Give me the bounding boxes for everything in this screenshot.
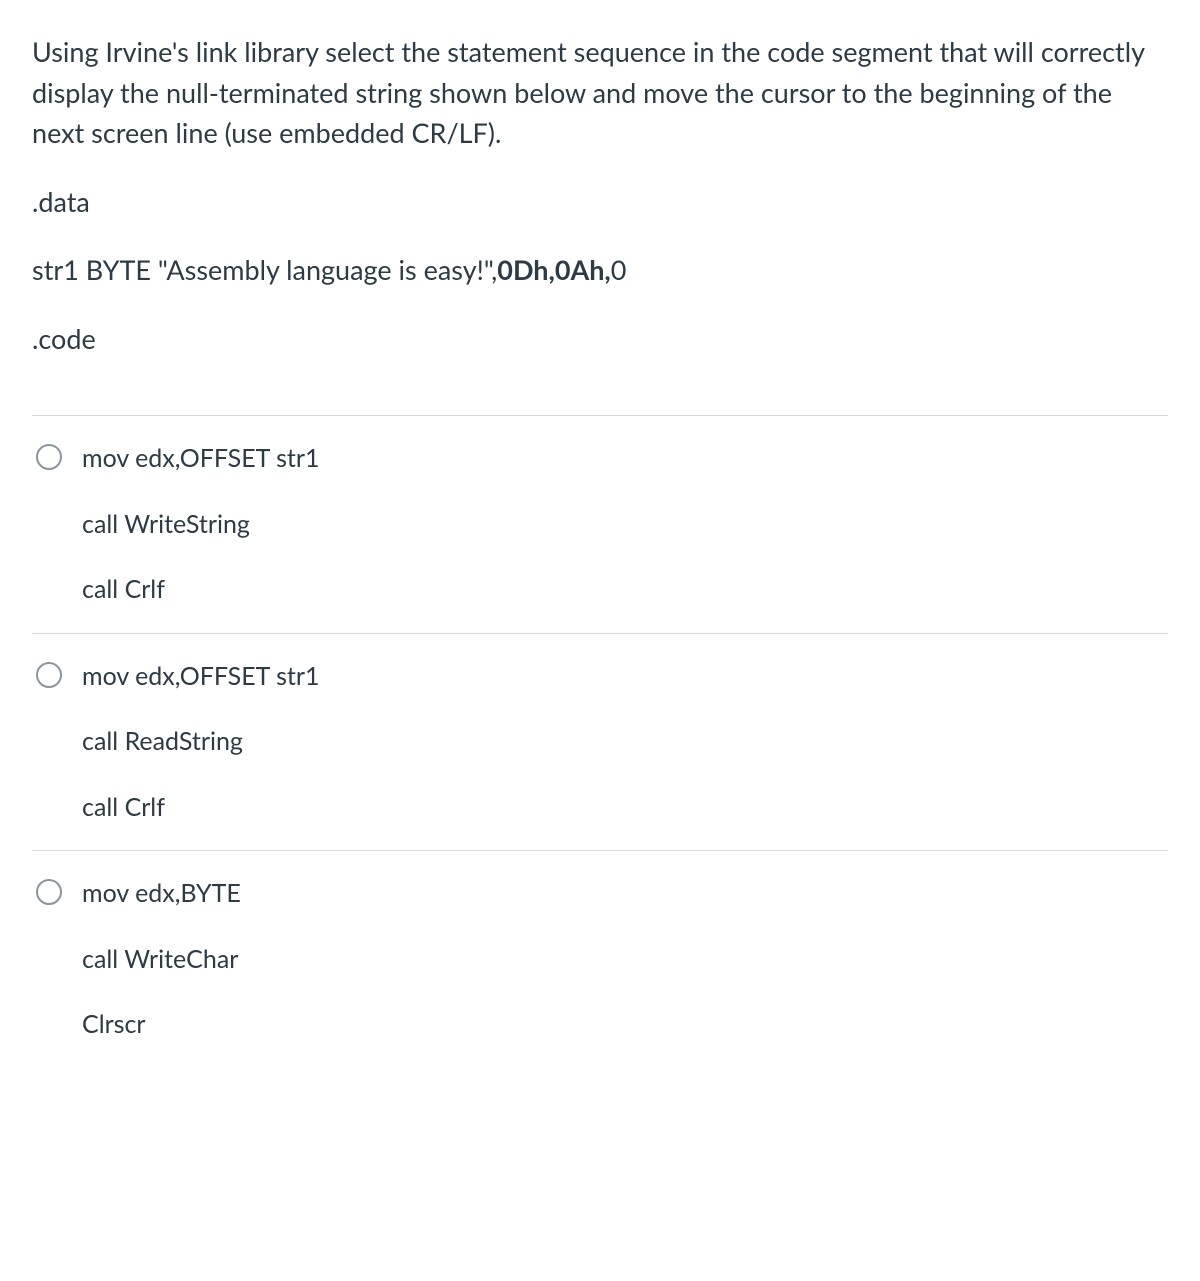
options-list: mov edx,OFFSET str1 call WriteString cal… xyxy=(32,415,1168,1044)
option-1-text: mov edx,OFFSET str1 call WriteString cal… xyxy=(82,440,319,609)
data-section-label: .data xyxy=(32,182,1168,223)
option-3-line-3: Clrscr xyxy=(82,1006,241,1044)
question-prompt-text: Using Irvine's link library select the s… xyxy=(32,32,1168,154)
radio-icon[interactable] xyxy=(36,444,62,470)
option-3-line-2: call WriteChar xyxy=(82,941,241,979)
option-1-line-3: call Crlf xyxy=(82,571,319,609)
radio-icon[interactable] xyxy=(36,879,62,905)
option-2-line-1: mov edx,OFFSET str1 xyxy=(82,658,319,696)
str1-bold: 0Dh,0Ah, xyxy=(497,253,610,286)
str1-prefix: str1 BYTE "Assembly language is easy!", xyxy=(32,253,497,286)
option-3[interactable]: mov edx,BYTE call WriteChar Clrscr xyxy=(32,851,1168,1044)
option-2-text: mov edx,OFFSET str1 call ReadString call… xyxy=(82,658,319,827)
option-1-line-1: mov edx,OFFSET str1 xyxy=(82,440,319,478)
str1-declaration: str1 BYTE "Assembly language is easy!",0… xyxy=(32,250,1168,291)
option-3-text: mov edx,BYTE call WriteChar Clrscr xyxy=(82,875,241,1044)
str1-suffix: 0 xyxy=(611,253,627,286)
option-2[interactable]: mov edx,OFFSET str1 call ReadString call… xyxy=(32,634,1168,852)
question-prompt: Using Irvine's link library select the s… xyxy=(32,32,1168,154)
option-1-line-2: call WriteString xyxy=(82,506,319,544)
option-2-line-2: call ReadString xyxy=(82,723,319,761)
option-1[interactable]: mov edx,OFFSET str1 call WriteString cal… xyxy=(32,416,1168,634)
option-3-line-1: mov edx,BYTE xyxy=(82,875,241,913)
option-2-line-3: call Crlf xyxy=(82,789,319,827)
radio-icon[interactable] xyxy=(36,662,62,688)
code-section-label: .code xyxy=(32,319,1168,360)
